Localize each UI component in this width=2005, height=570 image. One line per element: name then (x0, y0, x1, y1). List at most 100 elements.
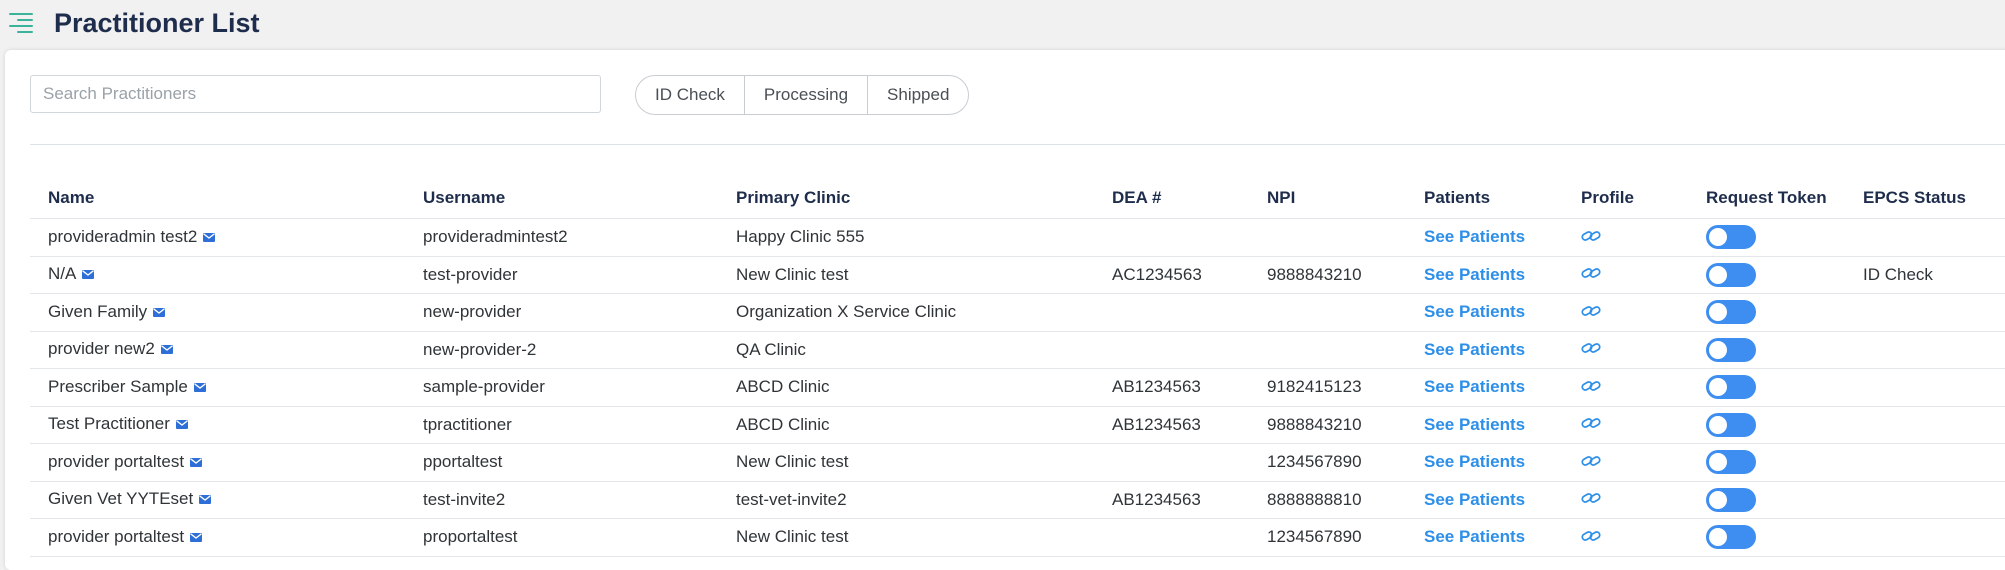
request-token-toggle[interactable] (1706, 300, 1756, 325)
link-icon[interactable] (1581, 303, 1601, 323)
cell-name: provider new2 (30, 331, 405, 369)
see-patients-link[interactable]: See Patients (1424, 340, 1525, 359)
toggle-knob (1709, 378, 1727, 397)
cell-dea: AC1234563 (1094, 256, 1249, 294)
see-patients-link[interactable]: See Patients (1424, 302, 1525, 321)
cell-epcs-status (1845, 406, 2005, 444)
cell-name: N/A (30, 256, 405, 294)
link-icon[interactable] (1581, 453, 1601, 473)
search-input[interactable] (30, 75, 601, 113)
see-patients-link[interactable]: See Patients (1424, 490, 1525, 509)
cell-primary-clinic: New Clinic test (718, 256, 1094, 294)
cell-patients: See Patients (1406, 293, 1563, 332)
cell-patients: See Patients (1406, 256, 1563, 294)
table-row: provider portaltest pportaltest New Clinic… (30, 443, 2005, 482)
envelope-icon[interactable] (190, 527, 203, 547)
cell-request-token (1688, 481, 1845, 519)
cell-profile (1563, 368, 1688, 407)
table-row: provideradmin test2 provideradmintest2 Hap… (30, 218, 2005, 257)
cell-profile (1563, 218, 1688, 257)
toggle-knob (1709, 303, 1727, 322)
cell-patients: See Patients (1406, 218, 1563, 257)
cell-npi: 8888888810 (1249, 481, 1406, 519)
cell-name: provideradmin test2 (30, 218, 405, 257)
practitioner-card: ID Check Processing Shipped Name Usernam… (5, 50, 2005, 570)
see-patients-link[interactable]: See Patients (1424, 415, 1525, 434)
cell-npi: 9182415123 (1249, 368, 1406, 407)
cell-username: tpractitioner (405, 406, 718, 444)
cell-epcs-status (1845, 481, 2005, 519)
cell-name: provider portaltest (30, 518, 405, 557)
see-patients-link[interactable]: See Patients (1424, 377, 1525, 396)
envelope-icon[interactable] (82, 264, 95, 284)
practitioner-name: Given Family (48, 301, 148, 321)
envelope-icon[interactable] (175, 414, 188, 434)
envelope-icon[interactable] (199, 489, 212, 509)
cell-epcs-status (1845, 293, 2005, 332)
cell-name: Test Practitioner (30, 406, 405, 444)
status-filter-group: ID Check Processing Shipped (635, 75, 970, 115)
link-icon[interactable] (1581, 228, 1601, 248)
request-token-toggle[interactable] (1706, 375, 1756, 400)
link-icon[interactable] (1581, 415, 1601, 435)
filter-shipped[interactable]: Shipped (868, 76, 968, 114)
cell-epcs-status (1845, 368, 2005, 407)
cell-patients: See Patients (1406, 443, 1563, 482)
envelope-icon[interactable] (203, 227, 216, 247)
practitioner-name: Prescriber Sample (48, 376, 188, 396)
envelope-icon[interactable] (193, 377, 206, 397)
request-token-toggle[interactable] (1706, 337, 1756, 362)
see-patients-link[interactable]: See Patients (1424, 452, 1525, 471)
column-header-dea[interactable]: DEA # (1094, 178, 1249, 219)
table-row: provider new2 new-provider-2 QA Clinic See … (30, 331, 2005, 369)
cell-primary-clinic: Happy Clinic 555 (718, 218, 1094, 257)
table-row: Test Practitioner tpractitioner ABCD Clini… (30, 406, 2005, 444)
column-header-patients: Patients (1406, 178, 1563, 219)
link-icon[interactable] (1581, 340, 1601, 360)
cell-patients: See Patients (1406, 368, 1563, 407)
column-header-name[interactable]: Name (30, 178, 405, 219)
request-token-toggle[interactable] (1706, 412, 1756, 437)
cell-npi: 1234567890 (1249, 443, 1406, 482)
cell-dea (1094, 443, 1249, 482)
column-header-epcs-status[interactable]: EPCS Status (1845, 178, 2005, 219)
column-header-npi[interactable]: NPI (1249, 178, 1406, 219)
column-header-primary-clinic[interactable]: Primary Clinic (718, 178, 1094, 219)
toggle-knob (1709, 415, 1727, 434)
envelope-icon[interactable] (160, 339, 173, 359)
cell-patients: See Patients (1406, 406, 1563, 444)
envelope-icon[interactable] (153, 302, 166, 322)
link-icon[interactable] (1581, 378, 1601, 398)
cell-profile (1563, 331, 1688, 369)
filter-id-check[interactable]: ID Check (636, 76, 745, 114)
cell-request-token (1688, 293, 1845, 332)
toggle-knob (1709, 453, 1727, 472)
cell-npi (1249, 331, 1406, 369)
link-icon[interactable] (1581, 528, 1601, 548)
request-token-toggle[interactable] (1706, 450, 1756, 475)
see-patients-link[interactable]: See Patients (1424, 527, 1525, 546)
table-header-row: Name Username Primary Clinic DEA # NPI P… (30, 178, 2005, 219)
request-token-toggle[interactable] (1706, 225, 1756, 250)
envelope-icon[interactable] (190, 452, 203, 472)
request-token-toggle[interactable] (1706, 262, 1756, 287)
column-header-username[interactable]: Username (405, 178, 718, 219)
request-token-toggle[interactable] (1706, 487, 1756, 512)
filter-processing[interactable]: Processing (745, 76, 869, 114)
see-patients-link[interactable]: See Patients (1424, 265, 1525, 284)
request-token-toggle[interactable] (1706, 525, 1756, 550)
toggle-knob (1709, 265, 1727, 284)
menu-icon[interactable] (9, 11, 37, 35)
link-icon[interactable] (1581, 265, 1601, 285)
table-row: provider portaltest proportaltest New Clin… (30, 518, 2005, 557)
cell-primary-clinic: ABCD Clinic (718, 368, 1094, 407)
cell-npi (1249, 218, 1406, 257)
cell-request-token (1688, 368, 1845, 407)
table-row: Given Family new-provider Organization X S… (30, 293, 2005, 332)
cell-username: test-invite2 (405, 481, 718, 519)
toggle-knob (1709, 340, 1727, 359)
see-patients-link[interactable]: See Patients (1424, 227, 1525, 246)
link-icon[interactable] (1581, 490, 1601, 510)
toggle-knob (1709, 490, 1727, 509)
table-row: Given Vet YYTEset test-invite2 test-vet-in… (30, 481, 2005, 519)
